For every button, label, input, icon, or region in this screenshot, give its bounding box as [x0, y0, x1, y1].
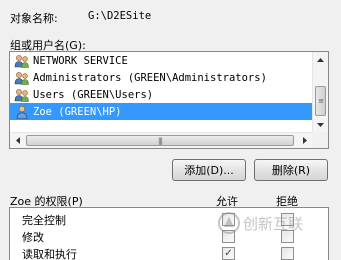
horizontal-scroll-thumb[interactable]: ||| — [26, 135, 294, 146]
scroll-up-arrow-icon[interactable] — [313, 52, 328, 67]
user-icon — [16, 105, 28, 119]
users-group-icon — [14, 54, 29, 68]
scroll-left-arrow-icon[interactable] — [10, 133, 25, 148]
scroll-corner — [312, 132, 328, 148]
permission-row-modify: 修改 — [10, 227, 310, 244]
permission-name: 修改 — [22, 231, 44, 244]
deny-checkbox[interactable] — [281, 247, 294, 260]
groups-listbox[interactable]: NETWORK SERVICE Administrators (GREEN\Ad… — [9, 51, 329, 149]
grip-icon: ≡ — [318, 97, 324, 105]
remove-button[interactable]: 删除(R) — [254, 159, 328, 181]
scroll-down-arrow-icon[interactable] — [313, 117, 328, 132]
object-name-label: 对象名称: — [10, 12, 58, 25]
allow-checkbox[interactable] — [222, 230, 235, 243]
scroll-right-arrow-icon[interactable] — [297, 133, 312, 148]
list-item[interactable]: NETWORK SERVICE — [10, 52, 312, 69]
list-item[interactable]: Administrators (GREEN\Administrators) — [10, 69, 312, 86]
list-item-label: NETWORK SERVICE — [33, 54, 128, 67]
permission-name: 完全控制 — [22, 214, 66, 227]
grip-icon: ||| — [157, 136, 163, 145]
object-name-row: 对象名称: G:\D2ESite — [10, 10, 151, 26]
allow-checkbox[interactable] — [222, 213, 235, 226]
list-item[interactable]: Users (GREEN\Users) — [10, 86, 312, 103]
object-name-value: G:\D2ESite — [88, 10, 152, 22]
list-item-label: Zoe (GREEN\HP) — [33, 105, 122, 118]
vertical-scroll-thumb[interactable]: ≡ — [315, 86, 326, 116]
permissions-list: 完全控制 修改 读取和执行 ✓ — [9, 207, 329, 260]
list-item-selected[interactable]: Zoe (GREEN\HP) — [10, 103, 312, 120]
permission-row-read-execute: 读取和执行 ✓ — [10, 244, 310, 260]
list-item-label: Users (GREEN\Users) — [33, 88, 154, 101]
permission-row-full-control: 完全控制 — [10, 210, 310, 227]
add-button[interactable]: 添加(D)... — [172, 159, 246, 181]
users-group-icon — [14, 71, 29, 85]
users-group-icon — [14, 88, 29, 102]
deny-checkbox[interactable] — [281, 230, 294, 243]
horizontal-scrollbar[interactable]: ||| — [10, 132, 312, 148]
vertical-scrollbar[interactable]: ≡ — [312, 52, 328, 132]
permission-name: 读取和执行 — [22, 248, 77, 260]
deny-checkbox[interactable] — [281, 213, 294, 226]
allow-checkbox[interactable]: ✓ — [222, 247, 235, 260]
list-item-label: Administrators (GREEN\Administrators) — [33, 71, 267, 84]
